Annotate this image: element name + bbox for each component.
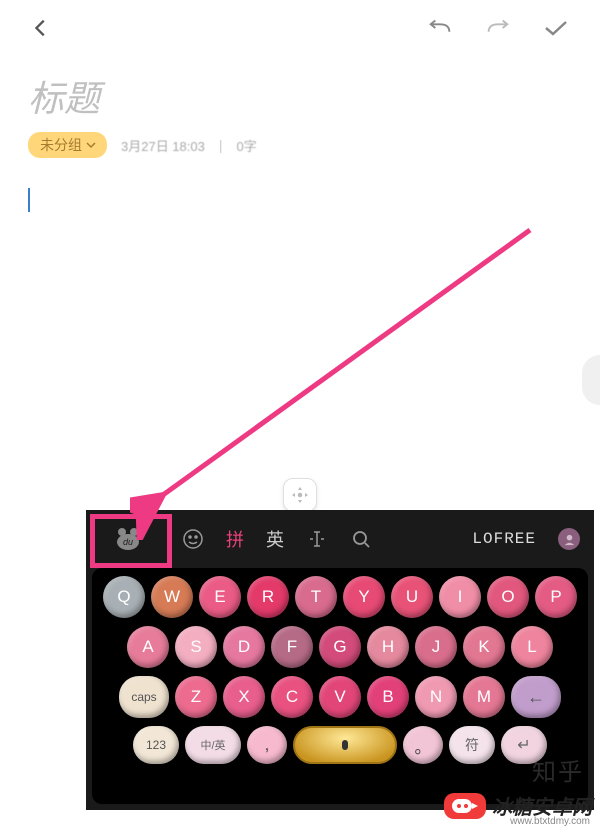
key-caps[interactable]: caps <box>119 676 169 718</box>
key-b[interactable]: B <box>367 676 409 718</box>
key-m[interactable]: M <box>463 676 505 718</box>
key-符[interactable]: 符 <box>449 726 495 764</box>
key-r[interactable]: R <box>247 576 289 618</box>
key-t[interactable]: T <box>295 576 337 618</box>
back-icon[interactable] <box>30 17 52 44</box>
key-q[interactable]: Q <box>103 576 145 618</box>
key-v[interactable]: V <box>319 676 361 718</box>
key-u[interactable]: U <box>391 576 433 618</box>
key-l[interactable]: L <box>511 626 553 668</box>
key-,[interactable]: , <box>247 726 287 764</box>
key-n[interactable]: N <box>415 676 457 718</box>
key-k[interactable]: K <box>463 626 505 668</box>
key-g[interactable]: G <box>319 626 361 668</box>
title-placeholder[interactable]: 标题 <box>28 70 572 122</box>
key-o[interactable]: O <box>487 576 529 618</box>
watermark-badge-icon <box>444 793 486 819</box>
key-space[interactable] <box>293 726 397 764</box>
keyboard: du 拼 英 LOFREE QWERTYUIOP ASDFGHJKL capsZ… <box>86 510 594 810</box>
text-cursor[interactable] <box>28 188 30 212</box>
key-中/英[interactable]: 中/英 <box>185 726 241 764</box>
chevron-down-icon <box>85 140 97 150</box>
key-←[interactable]: ← <box>511 676 561 718</box>
key-s[interactable]: S <box>175 626 217 668</box>
watermark-url: www.btxtdmy.com <box>510 816 590 827</box>
key-j[interactable]: J <box>415 626 457 668</box>
key-a[interactable]: A <box>127 626 169 668</box>
timestamp: 3月27日 18:03 <box>121 136 205 155</box>
key-h[interactable]: H <box>367 626 409 668</box>
meta-divider: | <box>219 137 223 153</box>
redo-icon[interactable] <box>484 17 512 44</box>
zhihu-watermark: 知乎 <box>532 752 584 787</box>
key-w[interactable]: W <box>151 576 193 618</box>
key-d[interactable]: D <box>223 626 265 668</box>
category-badge[interactable]: 未分组 <box>28 132 107 158</box>
key-x[interactable]: X <box>223 676 265 718</box>
undo-icon[interactable] <box>426 17 454 44</box>
avatar-icon[interactable] <box>558 528 580 550</box>
key-i[interactable]: I <box>439 576 481 618</box>
key-f[interactable]: F <box>271 626 313 668</box>
key-z[interactable]: Z <box>175 676 217 718</box>
confirm-icon[interactable] <box>542 17 570 44</box>
annotation-arrow <box>130 220 550 540</box>
key-。[interactable]: 。 <box>403 726 443 764</box>
word-count: 0字 <box>236 136 256 155</box>
side-handle[interactable] <box>582 355 600 405</box>
key-c[interactable]: C <box>271 676 313 718</box>
key-e[interactable]: E <box>199 576 241 618</box>
key-123[interactable]: 123 <box>133 726 179 764</box>
category-text: 未分组 <box>40 135 82 155</box>
key-p[interactable]: P <box>535 576 577 618</box>
key-y[interactable]: Y <box>343 576 385 618</box>
